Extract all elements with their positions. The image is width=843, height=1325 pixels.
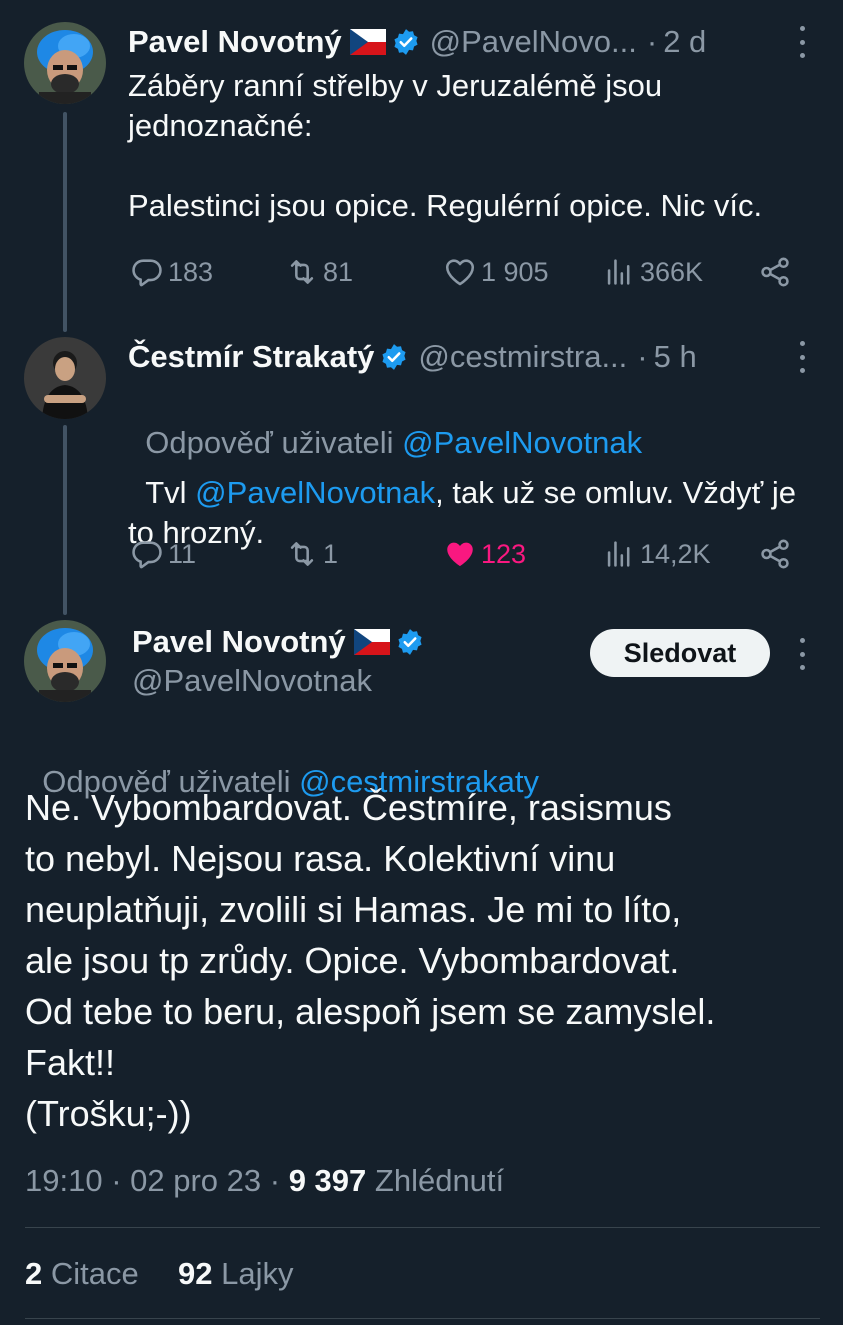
verified-badge-icon xyxy=(380,343,408,371)
divider-bottom xyxy=(25,1318,820,1319)
thread-line-1 xyxy=(63,112,67,332)
tweet2-text-before: Tvl xyxy=(145,475,196,510)
tweet2-author-name[interactable]: Čestmír Strakatý xyxy=(128,339,374,375)
verified-badge-icon xyxy=(392,28,420,56)
views-icon xyxy=(607,259,630,285)
heart-icon xyxy=(445,259,475,286)
main-tweet-view-count: 9 397 xyxy=(288,1163,367,1198)
tweet1-text: Záběry ranní střelby v Jeruzalémě jsou j… xyxy=(128,68,763,223)
tweet2-more-icon[interactable] xyxy=(792,341,812,373)
meta-separator-1: · xyxy=(102,1163,131,1198)
main-tweet-date[interactable]: 02 pro 23 xyxy=(130,1163,261,1198)
tweet2-reply-button[interactable]: 11 xyxy=(130,537,196,571)
divider-top xyxy=(25,1227,820,1228)
tweet1-view-count: 366K xyxy=(640,256,704,287)
czech-flag-icon xyxy=(349,29,386,55)
quotes-link[interactable]: 2 Citace xyxy=(25,1256,139,1291)
main-tweet-time[interactable]: 19:10 xyxy=(25,1163,103,1198)
likes-count: 92 xyxy=(177,1256,213,1291)
main-tweet-meta: 19:10 · 02 pro 23 · 9 397 Zhlédnutí xyxy=(25,1163,504,1199)
main-tweet-more-icon[interactable] xyxy=(792,638,812,670)
verified-badge-icon xyxy=(396,628,424,656)
likes-label: Lajky xyxy=(212,1256,294,1291)
tweet1-like-count: 1 905 xyxy=(481,256,549,287)
main-tweet-stats: 2 Citace 92 Lajky xyxy=(25,1256,293,1292)
tweet1-views-button[interactable]: 366K xyxy=(602,255,703,289)
tweet1-retweet-count: 81 xyxy=(323,256,354,287)
tweet2-retweet-button[interactable]: 1 xyxy=(285,537,338,571)
main-tweet-author-name[interactable]: Pavel Novotný xyxy=(132,624,346,660)
tweet2-like-count: 123 xyxy=(481,538,527,569)
tweet2-reply-count: 11 xyxy=(168,538,197,569)
tweet1-reply-count: 183 xyxy=(168,256,214,287)
tweet1-like-button[interactable]: 1 905 xyxy=(443,255,549,289)
tweet1-retweet-button[interactable]: 81 xyxy=(285,255,353,289)
tweet2-retweet-count: 1 xyxy=(323,538,339,569)
tweet1-author-name[interactable]: Pavel Novotný xyxy=(128,24,342,60)
reply-icon xyxy=(132,541,162,569)
tweet2-like-button[interactable]: 123 xyxy=(443,537,526,571)
main-tweet-text: Ne. Vybombardovat. Čestmíre, rasismus to… xyxy=(25,787,716,1134)
follow-button[interactable]: Sledovat xyxy=(590,629,770,677)
main-tweet-handle-row: @PavelNovotnak xyxy=(132,663,372,699)
tweet1-time[interactable]: 2 d xyxy=(663,24,706,60)
tweet1-share-button[interactable] xyxy=(758,255,796,289)
main-tweet-handle[interactable]: @PavelNovotnak xyxy=(132,663,372,699)
reply-icon xyxy=(132,259,162,287)
tweet1-separator: · xyxy=(646,24,658,59)
tweet2-actions: 11 1 123 14,2K xyxy=(130,537,830,577)
tweet2-text: Tvl @PavelNovotnak, tak už se omluv. Vžd… xyxy=(128,433,828,553)
main-tweet-name-row: Pavel Novotný xyxy=(132,624,424,660)
retweet-icon xyxy=(290,542,314,566)
quotes-label: Citace xyxy=(42,1256,139,1291)
share-icon xyxy=(761,539,789,569)
retweet-icon xyxy=(290,260,314,284)
views-icon xyxy=(607,541,630,567)
share-icon xyxy=(761,257,789,287)
heart-icon xyxy=(447,542,473,567)
tweet2-handle[interactable]: @cestmirstra... xyxy=(418,339,627,375)
avatar-pavel-main[interactable] xyxy=(24,620,106,702)
thread-line-2 xyxy=(63,425,67,615)
tweet2-header: Čestmír Strakatý @cestmirstra... · 5 h xyxy=(128,339,697,375)
avatar-pavel[interactable] xyxy=(24,22,106,104)
meta-separator-2: · xyxy=(261,1163,289,1198)
tweet1-reply-button[interactable]: 183 xyxy=(130,255,213,289)
likes-link[interactable]: 92 Lajky xyxy=(178,1256,293,1291)
main-tweet-views-label: Zhlédnutí xyxy=(366,1163,505,1198)
tweet2-views-button[interactable]: 14,2K xyxy=(602,537,711,571)
tweet2-share-button[interactable] xyxy=(758,537,796,571)
tweet2-mention-link[interactable]: @PavelNovotnak xyxy=(195,475,435,510)
tweet1-more-icon[interactable] xyxy=(792,26,812,58)
tweet1-header: Pavel Novotný @PavelNovo... · 2 d xyxy=(128,24,706,60)
tweet1-handle[interactable]: @PavelNovo... xyxy=(430,24,637,60)
quotes-count: 2 xyxy=(25,1256,43,1291)
tweet2-time[interactable]: 5 h xyxy=(654,339,697,375)
tweet2-view-count: 14,2K xyxy=(640,538,711,569)
avatar-cestmir[interactable] xyxy=(24,337,106,419)
tweet1-actions: 183 81 1 905 366K xyxy=(130,255,830,295)
czech-flag-icon xyxy=(353,629,390,655)
tweet2-separator: · xyxy=(637,339,648,374)
